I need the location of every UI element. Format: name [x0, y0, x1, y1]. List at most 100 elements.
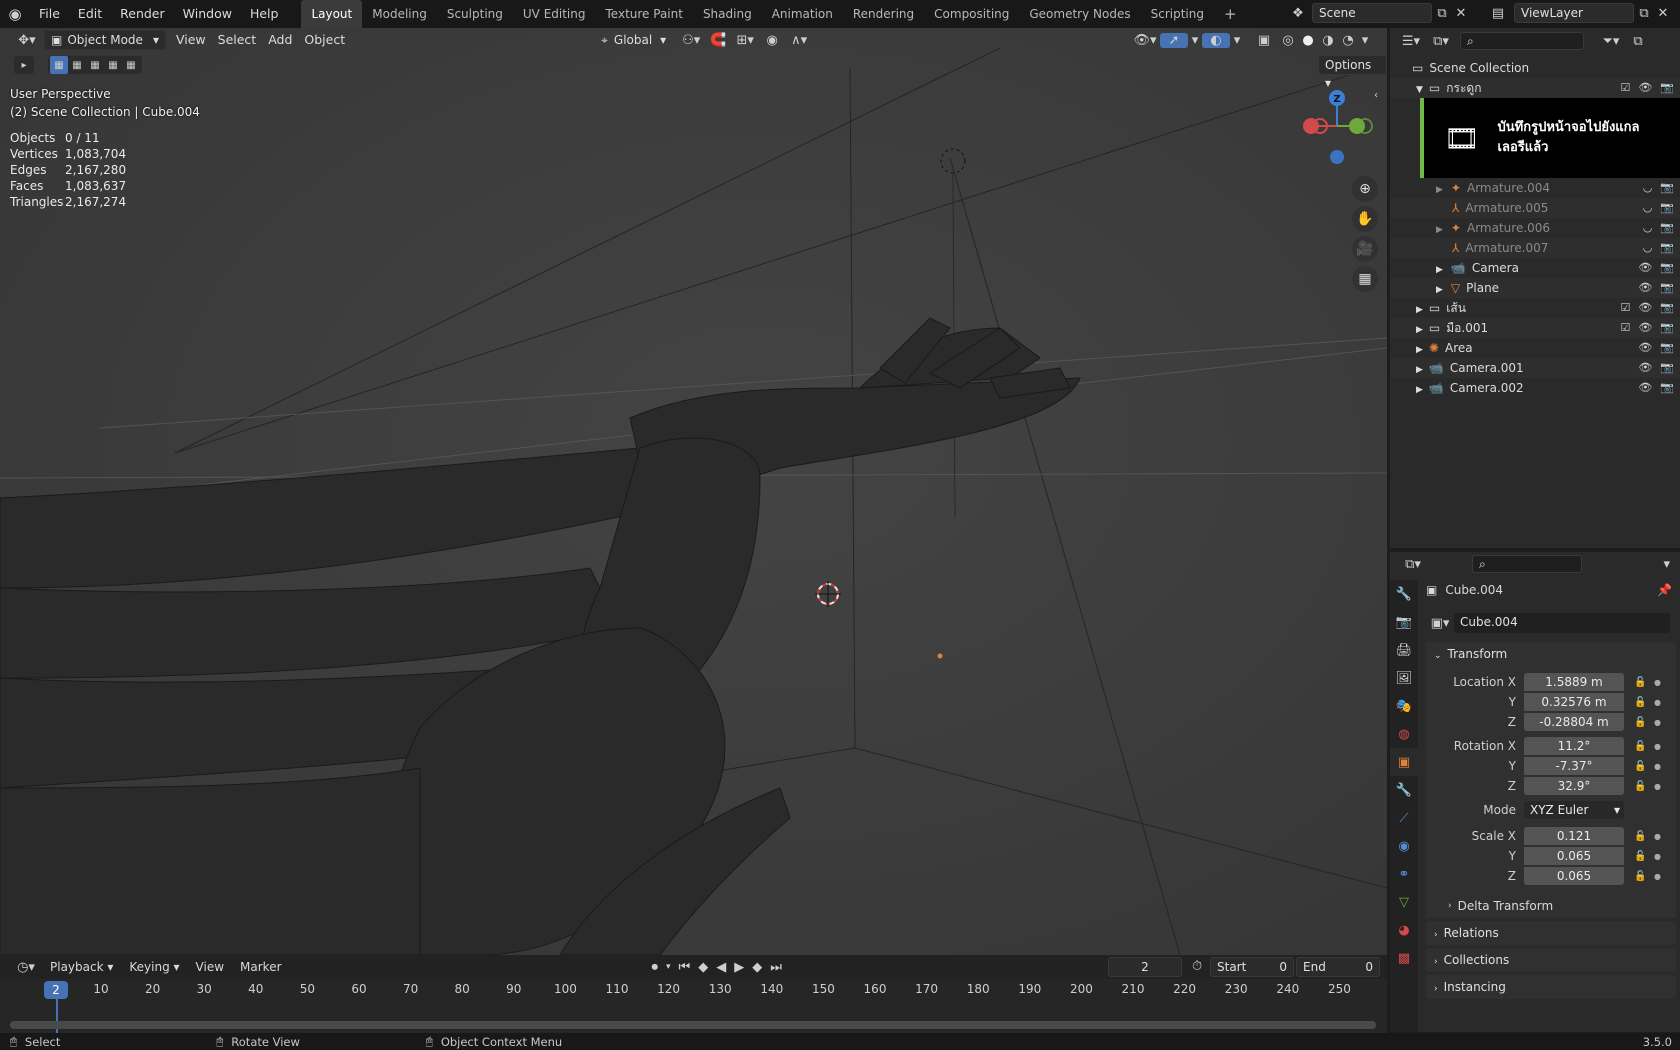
list-item[interactable]: ▶ 📹 Camera.001 👁 📷 — [1390, 358, 1680, 378]
overlay-toggle-icon[interactable]: ◐ — [1202, 32, 1230, 48]
mode-dropdown[interactable]: ▣ Object Mode ▾ — [44, 30, 166, 50]
hidden-icon[interactable]: ◡ — [1643, 218, 1653, 238]
outliner-editor-icon[interactable]: ☰▾ — [1396, 34, 1426, 49]
keyframe-dot-icon[interactable]: ● — [1654, 782, 1661, 791]
outliner-search-input[interactable]: ⌕ — [1460, 32, 1584, 50]
next-keyframe-icon[interactable]: ◆ — [752, 960, 762, 975]
world-tab-icon[interactable]: ◍ — [1390, 720, 1418, 748]
sidebar-toggle-icon[interactable]: ‹ — [1374, 90, 1378, 101]
timeline-editor-icon[interactable]: ◷▾ — [10, 960, 42, 975]
play-reverse-icon[interactable]: ◀ — [716, 960, 726, 975]
select-extend-icon[interactable]: ▦ — [68, 56, 86, 74]
eye-icon[interactable]: 👁 — [1638, 338, 1652, 358]
lock-icon[interactable]: 🔓 — [1634, 717, 1646, 728]
filter-icon[interactable]: ⏷▾ — [1594, 34, 1628, 49]
location-x-field[interactable]: 1.5889 m — [1524, 673, 1624, 691]
new-viewlayer-icon[interactable]: ⧉ — [1634, 6, 1654, 21]
tab-animation[interactable]: Animation — [762, 0, 843, 28]
gizmo-dropdown-icon[interactable]: ▾ — [1188, 33, 1202, 48]
viewlayer-field[interactable]: ViewLayer — [1514, 3, 1634, 23]
checkbox-icon[interactable]: ☑ — [1620, 78, 1630, 98]
lock-icon[interactable]: 🔓 — [1634, 781, 1646, 792]
lock-icon[interactable]: 🔓 — [1634, 741, 1646, 752]
display-mode-icon[interactable]: ⧉▾ — [1426, 34, 1456, 49]
start-frame-field[interactable]: Start 0 — [1210, 957, 1294, 977]
list-item[interactable]: ⅄ Armature.005 ◡ 📷 — [1390, 198, 1680, 218]
select-invert-icon[interactable]: ▦ — [104, 56, 122, 74]
relations-panel-header[interactable]: › Relations — [1426, 921, 1676, 945]
collections-panel-header[interactable]: › Collections — [1426, 948, 1676, 972]
tab-sculpting[interactable]: Sculpting — [437, 0, 513, 28]
tool-tab-icon[interactable]: 🔧 — [1390, 580, 1418, 608]
checkbox-icon[interactable]: ☑ — [1620, 318, 1630, 338]
list-item[interactable]: ▶ ▭ มือ.001 ☑ 👁 📷 — [1390, 318, 1680, 338]
menu-help[interactable]: Help — [241, 0, 288, 28]
rotation-x-field[interactable]: 11.2° — [1524, 737, 1624, 755]
tab-uv-editing[interactable]: UV Editing — [513, 0, 596, 28]
play-icon[interactable]: ▶ — [734, 960, 744, 975]
particles-tab-icon[interactable]: ⟋ — [1390, 804, 1418, 832]
data-tab-icon[interactable]: ▽ — [1390, 888, 1418, 916]
list-item[interactable]: ▼ ▭ กระดูก ☑ 👁 📷 — [1390, 78, 1680, 98]
record-icon[interactable]: ⏺ — [652, 960, 659, 975]
select-new-icon[interactable]: ▦ — [50, 56, 68, 74]
scene-tab-icon[interactable]: 🎭 — [1390, 692, 1418, 720]
list-item[interactable]: ▶ 📹 Camera 👁 📷 — [1390, 258, 1680, 278]
lock-icon[interactable]: 🔓 — [1634, 677, 1646, 688]
physics-tab-icon[interactable]: ◉ — [1390, 832, 1418, 860]
eye-icon[interactable]: 👁 — [1638, 78, 1652, 98]
cursor-tool-icon[interactable]: ▸ — [14, 56, 34, 74]
current-frame-field[interactable]: 2 — [1108, 957, 1182, 977]
shading-material-icon[interactable]: ◑ — [1318, 33, 1338, 48]
xray-icon[interactable]: ▣ — [1250, 33, 1278, 48]
object-name-field[interactable]: Cube.004 — [1454, 613, 1670, 633]
orientation-dropdown[interactable]: ⌖ Global ▾ — [595, 30, 672, 50]
location-z-field[interactable]: -0.28804 m — [1524, 713, 1624, 731]
timeline-ruler[interactable]: 10 20 30 40 50 60 70 80 90 100 110 120 130 140 150 160 1… — [0, 979, 1387, 1035]
tab-modeling[interactable]: Modeling — [362, 0, 437, 28]
hidden-icon[interactable]: ◡ — [1643, 198, 1653, 218]
timeline-scrollbar[interactable] — [10, 1021, 1376, 1029]
camera-render-icon[interactable]: 📷 — [1660, 338, 1674, 358]
material-tab-icon[interactable]: ◕ — [1390, 916, 1418, 944]
shading-solid-icon[interactable]: ● — [1298, 33, 1318, 48]
snap-icon[interactable]: 🧲 — [706, 33, 730, 48]
eye-icon[interactable]: 👁 — [1638, 378, 1652, 398]
instancing-panel-header[interactable]: › Instancing — [1426, 975, 1676, 999]
tab-scripting[interactable]: Scripting — [1141, 0, 1214, 28]
object-data-icon[interactable]: ▣▾ — [1426, 616, 1454, 631]
list-item[interactable]: ⅄ Armature.007 ◡ 📷 — [1390, 238, 1680, 258]
camera-render-icon[interactable]: 📷 — [1660, 258, 1674, 278]
playhead[interactable]: 2 — [44, 981, 68, 999]
eye-icon[interactable]: 👁 — [1638, 318, 1652, 338]
list-item[interactable]: ▶ ✦ Armature.006 ◡ 📷 — [1390, 218, 1680, 238]
menu-add[interactable]: Add — [262, 29, 298, 51]
keyframe-dot-icon[interactable]: ● — [1654, 832, 1661, 841]
tab-shading[interactable]: Shading — [693, 0, 762, 28]
overlay-dropdown-icon[interactable]: ▾ — [1230, 33, 1244, 48]
pivot-icon[interactable]: ⚇▾ — [676, 33, 706, 48]
menu-window[interactable]: Window — [174, 0, 241, 28]
eye-icon[interactable]: 👁 — [1638, 258, 1652, 278]
delete-viewlayer-icon[interactable]: ✕ — [1654, 6, 1672, 21]
select-intersect-icon[interactable]: ▦ — [122, 56, 140, 74]
properties-options-icon[interactable]: ▾ — [1663, 557, 1670, 572]
lock-icon[interactable]: 🔓 — [1634, 761, 1646, 772]
texture-tab-icon[interactable]: ▩ — [1390, 944, 1418, 972]
list-item[interactable]: ▶ ▽ Plane 👁 📷 — [1390, 278, 1680, 298]
pin-icon[interactable]: 📌 — [1657, 583, 1672, 597]
rotation-y-field[interactable]: -7.37° — [1524, 757, 1624, 775]
list-item[interactable]: ▶ ✺ Area 👁 📷 — [1390, 338, 1680, 358]
checkbox-icon[interactable]: ☑ — [1620, 298, 1630, 318]
modifier-tab-icon[interactable]: 🔧 — [1390, 776, 1418, 804]
camera-render-icon[interactable]: 📷 — [1660, 278, 1674, 298]
menu-edit[interactable]: Edit — [69, 0, 111, 28]
view-layer-tab-icon[interactable]: 🖼 — [1390, 664, 1418, 692]
stopwatch-icon[interactable]: ⏱ — [1192, 959, 1202, 974]
keyframe-dot-icon[interactable]: ● — [1654, 718, 1661, 727]
scene-field[interactable]: Scene — [1312, 3, 1432, 23]
new-collection-icon[interactable]: ⧉ — [1628, 34, 1648, 49]
keying-menu[interactable]: Keying ▾ — [121, 960, 187, 974]
delta-transform-header[interactable]: › Delta Transform — [1426, 894, 1676, 918]
scale-x-field[interactable]: 0.121 — [1524, 827, 1624, 845]
